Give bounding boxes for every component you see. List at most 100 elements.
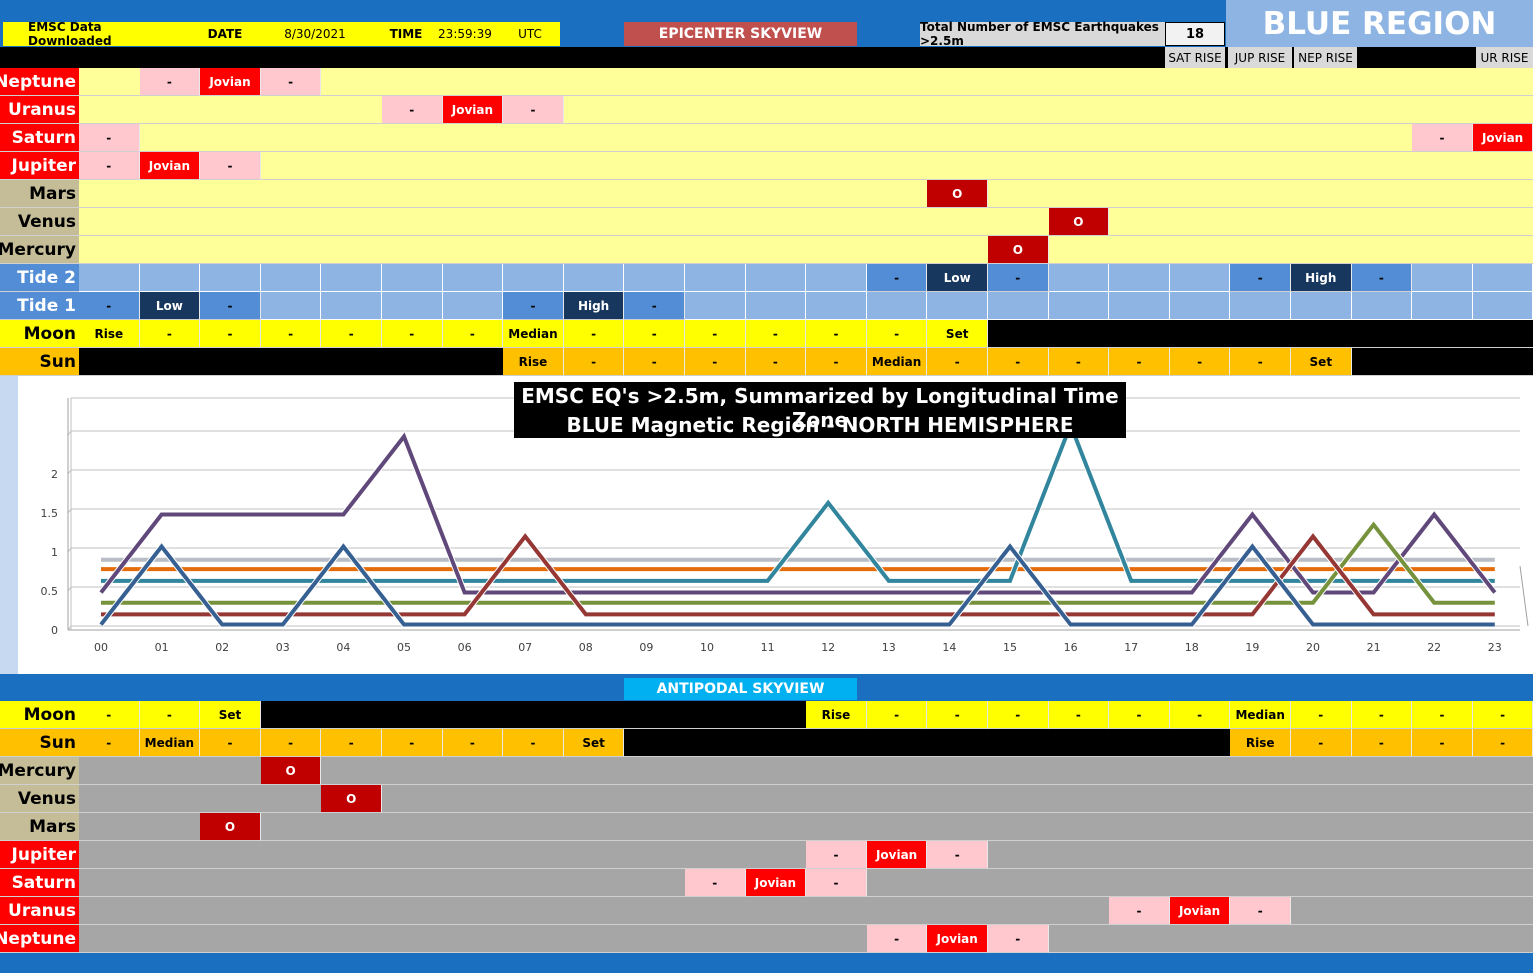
epicenter-grid-cell (442, 264, 504, 292)
antipodal-cell: Median (139, 729, 201, 757)
antipodal-cell: Jovian (745, 869, 807, 897)
antipodal-row-label-moon: Moon (0, 701, 79, 729)
epicenter-grid-cell (200, 264, 261, 292)
antipodal-cell: O (200, 813, 261, 841)
epicenter-grid-cell (260, 264, 322, 292)
epicenter-grid-cell (1048, 264, 1110, 292)
antipodal-row-label-uranus: Uranus (0, 897, 79, 925)
antipodal-cell: Jovian (866, 841, 928, 869)
epicenter-grid-cell (1412, 292, 1473, 320)
chart-title: EMSC EQ's >2.5m, Summarized by Longitudi… (521, 384, 1119, 432)
region-title: BLUE REGION (1226, 0, 1533, 47)
antipodal-row-label-neptune: Neptune (0, 925, 79, 953)
chart-subtitle: BLUE Magnetic Region - NORTH HEMISPHERE (566, 413, 1074, 437)
epicenter-cell: High (1291, 264, 1352, 292)
epicenter-cell: - (866, 264, 928, 292)
y-tick-label: 0 (51, 624, 58, 637)
antipodal-cell: O (321, 785, 382, 813)
epicenter-row-label-uranus: Uranus (0, 96, 79, 124)
epicenter-row-label-moon: Moon (0, 320, 79, 348)
epicenter-cell: Set (1291, 348, 1352, 376)
epicenter-grid-cell (321, 292, 382, 320)
x-tick-label: 09 (639, 641, 653, 654)
epicenter-grid-cell (321, 264, 382, 292)
antipodal-cell: Rise (1230, 729, 1291, 757)
antipodal-cell: - (1412, 729, 1473, 757)
epicenter-cell: O (927, 180, 988, 208)
epicenter-cell: Set (927, 320, 988, 348)
x-tick-label: 06 (458, 641, 472, 654)
epicenter-grid-cell (139, 264, 201, 292)
x-tick-label: 14 (942, 641, 956, 654)
epicenter-grid-cell (1230, 292, 1291, 320)
epicenter-cell: - (1230, 348, 1291, 376)
epicenter-cell: - (260, 320, 322, 348)
epicenter-grid-cell (1048, 292, 1110, 320)
jup-rise-label: JUP RISE (1228, 47, 1292, 68)
y-tick-label: 0.5 (41, 585, 59, 598)
right-depth-axis (1519, 565, 1529, 627)
epicenter-cell: Jovian (1472, 124, 1533, 152)
ur-rise-label: UR RISE (1476, 47, 1533, 68)
epicenter-cell: - (79, 152, 140, 180)
x-tick-label: 03 (276, 641, 290, 654)
antipodal-row-track (79, 813, 1533, 841)
epicenter-grid-cell (1109, 292, 1170, 320)
x-tick-label: 18 (1185, 641, 1199, 654)
epicenter-row-track (79, 180, 1533, 208)
epicenter-cell: - (624, 292, 685, 320)
antipodal-cell: - (79, 701, 140, 729)
antipodal-cell: O (260, 757, 322, 785)
epicenter-grid-cell (685, 292, 746, 320)
epicenter-grid-cell (745, 264, 807, 292)
epicenter-grid-cell (503, 264, 564, 292)
epicenter-grid-cell (442, 292, 504, 320)
epicenter-cell: O (1048, 208, 1110, 236)
epicenter-row-label-neptune: Neptune (0, 68, 79, 96)
y-tick-label: 1 (51, 546, 58, 559)
epicenter-grid-cell (927, 292, 988, 320)
x-tick-label: 04 (336, 641, 350, 654)
epicenter-cell: Rise (79, 320, 140, 348)
epicenter-cell: - (806, 320, 867, 348)
antipodal-cell: - (1291, 729, 1352, 757)
epicenter-cell: - (200, 292, 261, 320)
epicenter-cell: Median (866, 348, 928, 376)
x-tick-label: 02 (215, 641, 229, 654)
antipodal-row-label-saturn: Saturn (0, 869, 79, 897)
epicenter-grid: Neptune - Jovian - Uranus - Jovian - Saturn - - Jov… (0, 68, 1533, 376)
epicenter-cell: - (745, 348, 807, 376)
antipodal-cell: - (1472, 701, 1533, 729)
antipodal-cell: - (988, 701, 1049, 729)
antipodal-row-track (79, 925, 1533, 953)
antipodal-cell: - (1412, 701, 1473, 729)
x-tick-label: 07 (518, 641, 532, 654)
epicenter-grid-cell (1169, 264, 1231, 292)
epicenter-row-label-mercury: Mercury (0, 236, 79, 264)
x-tick-label: 08 (579, 641, 593, 654)
epicenter-grid-cell (745, 292, 807, 320)
epicenter-cell: Low (139, 292, 201, 320)
x-tick-label: 01 (155, 641, 169, 654)
antipodal-cell: - (1109, 701, 1170, 729)
epicenter-cell: - (866, 320, 928, 348)
epicenter-grid-cell (1109, 264, 1170, 292)
epicenter-cell: - (79, 292, 140, 320)
epicenter-cell: - (1109, 348, 1170, 376)
epicenter-cell: - (745, 320, 807, 348)
epicenter-grid-cell (806, 264, 867, 292)
epicenter-row-track (79, 124, 1533, 152)
epicenter-cell: - (1169, 348, 1231, 376)
antipodal-row-label-venus: Venus (0, 785, 79, 813)
antipodal-skyview-title: ANTIPODAL SKYVIEW (624, 678, 857, 700)
antipodal-cell: - (866, 925, 928, 953)
epicenter-cell: Jovian (200, 68, 261, 96)
epicenter-cell: O (988, 236, 1049, 264)
epicenter-cell: - (806, 348, 867, 376)
antipodal-cell: Set (563, 729, 625, 757)
epicenter-cell: - (382, 96, 443, 124)
y-tick-label: 2 (51, 468, 58, 481)
epicenter-cell: Jovian (442, 96, 504, 124)
antipodal-cell: - (1169, 701, 1231, 729)
epicenter-row-label-saturn: Saturn (0, 124, 79, 152)
